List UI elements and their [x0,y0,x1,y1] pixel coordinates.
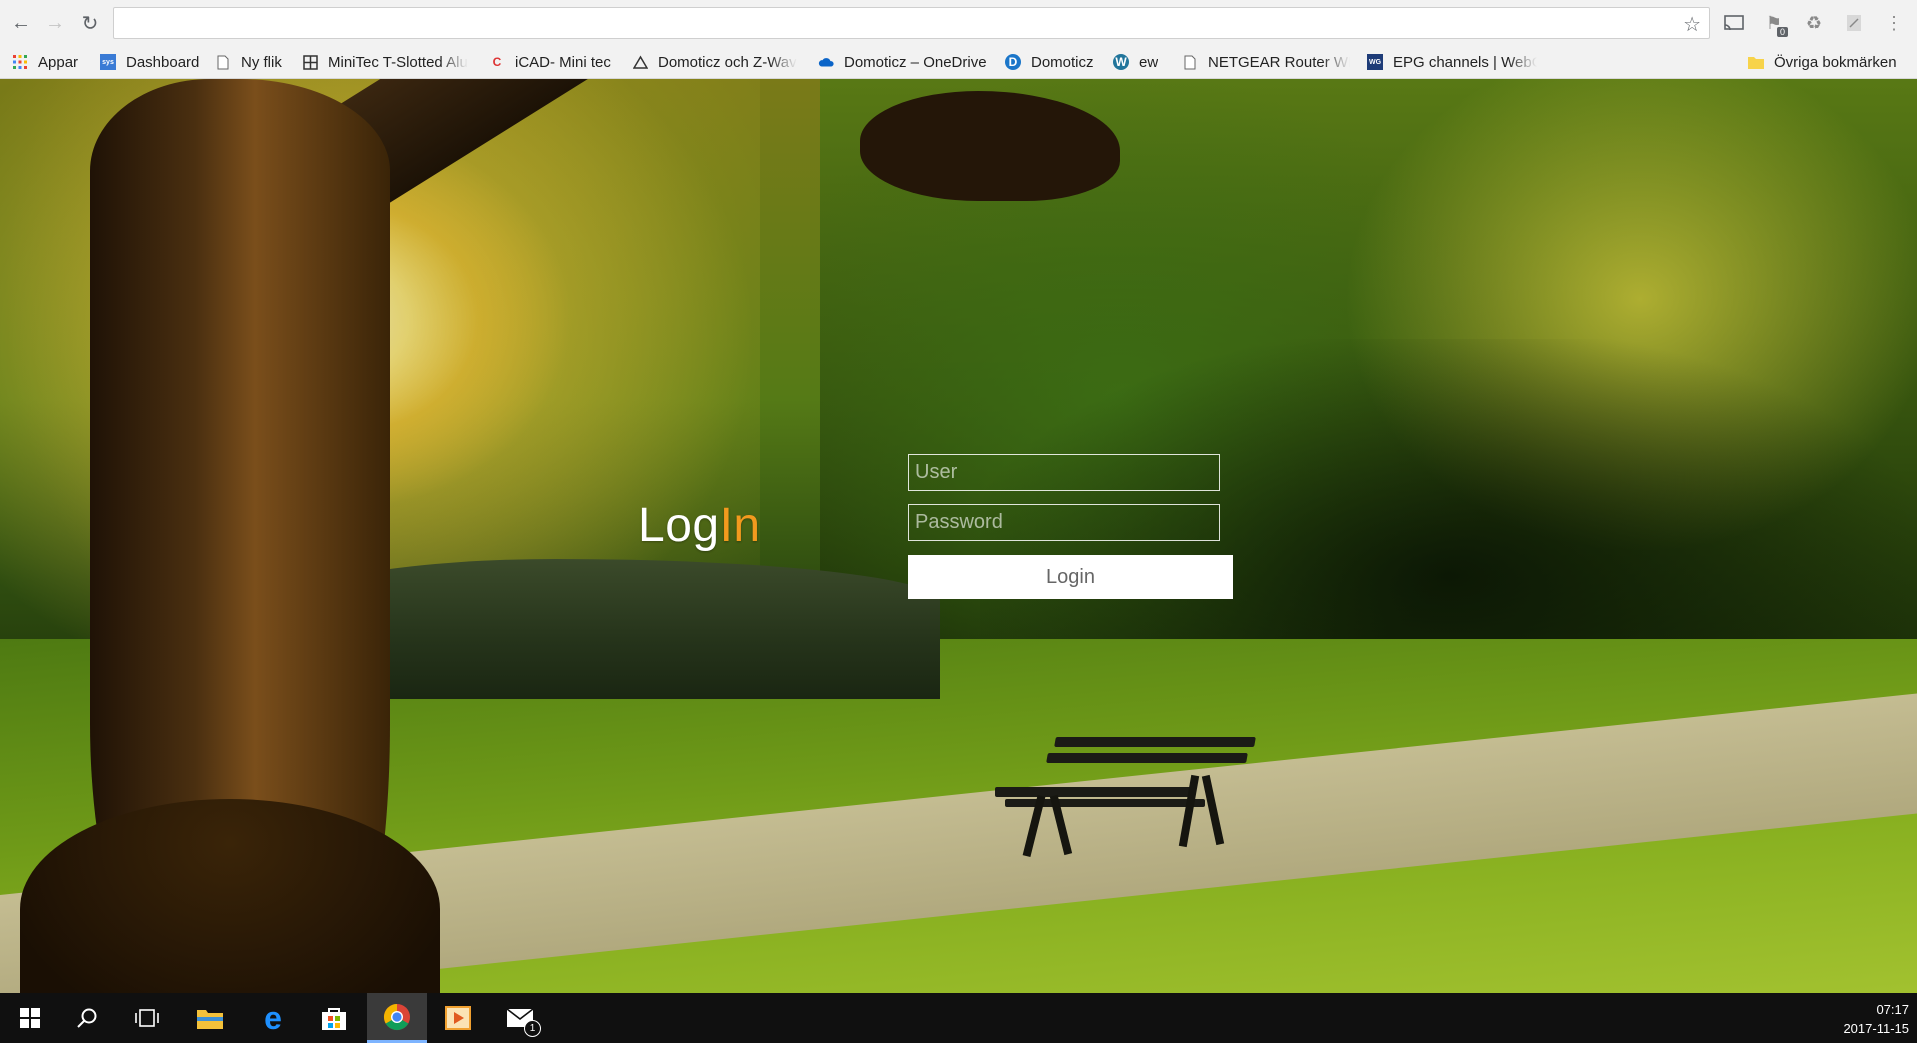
bookmark-icad[interactable]: C iCAD- Mini tec [489,46,611,78]
chrome-button[interactable] [367,993,427,1043]
page-icon [1182,54,1198,70]
user-input[interactable] [908,454,1220,491]
search-button[interactable] [57,993,117,1043]
file-explorer-icon [197,1010,223,1029]
wordpress-icon: W [1113,54,1129,70]
cast-icon[interactable] [1722,11,1746,35]
extension-badge: 0 [1776,27,1788,37]
bookmark-ny-flik[interactable]: Ny flik [215,46,282,78]
forward-button[interactable]: → [42,10,68,36]
bookmark-dashboard[interactable]: sys Dashboard [100,46,199,78]
media-player-button[interactable] [428,993,488,1043]
recycle-extension-icon[interactable]: ♻ [1802,11,1826,35]
task-view-button[interactable] [117,993,177,1043]
extension-icon[interactable]: ⚑ 0 [1762,11,1788,37]
arrow-left-icon: ← [11,11,31,34]
password-input[interactable] [908,504,1220,541]
onedrive-cloud-icon [818,54,834,70]
scene-pond [300,559,940,699]
system-clock[interactable]: 07:17 2017-11-15 [1843,1000,1909,1038]
edge-button[interactable]: e [243,993,303,1043]
windows-taskbar: e 1 07:17 2017-11-15 [0,993,1917,1043]
edge-icon: e [264,999,282,1036]
clock-date: 2017-11-15 [1843,1021,1909,1036]
bookmark-folder-other[interactable]: Övriga bokmärken [1748,46,1897,78]
bookmark-minitec[interactable]: MiniTec T-Slotted Alu [302,46,472,78]
bookmark-domoticz-onedrive[interactable]: Domoticz – OneDrive [818,46,987,78]
dashboard-favicon: sys [100,54,116,70]
task-view-icon [135,1009,159,1027]
minitec-favicon [302,54,318,70]
page-icon [215,54,231,70]
login-button[interactable]: Login [908,555,1233,599]
bookmark-domoticz-zwave[interactable]: Domoticz och Z-Wav [632,46,802,78]
login-title-accent: In [719,499,761,552]
windows-logo-icon [20,1008,40,1028]
apps-grid-icon [12,54,28,70]
mail-button[interactable]: 1 [491,993,551,1043]
address-input[interactable] [122,8,1666,38]
bookmark-epg-channels[interactable]: WG EPG channels | WebG [1367,46,1537,78]
menu-kebab-icon[interactable]: ⋮ [1882,11,1906,35]
domoticz-favicon [632,54,648,70]
bookmark-domoticz[interactable]: D Domoticz [1005,46,1094,78]
pdf-extension-icon[interactable] [1842,11,1866,35]
start-button[interactable] [0,993,60,1043]
reload-button[interactable]: ↻ [77,10,103,36]
file-explorer-button[interactable] [180,993,240,1043]
icad-favicon: C [492,55,502,69]
browser-toolbar: ← → ↻ ☆ ⚑ 0 ♻ ⋮ [0,0,1917,46]
video-player-icon [445,1006,471,1030]
bookmark-ew[interactable]: W ew [1113,46,1158,78]
reload-icon: ↻ [81,12,99,35]
chrome-icon [383,1003,410,1030]
bookmark-star-icon[interactable]: ☆ [1683,12,1701,37]
bookmark-apps[interactable]: Appar [12,46,78,78]
back-button[interactable]: ← [8,10,34,36]
clock-time: 07:17 [1876,1002,1909,1017]
bookmark-netgear[interactable]: NETGEAR Router WN [1182,46,1350,78]
address-bar[interactable]: ☆ [113,7,1710,39]
mail-badge: 1 [524,1020,541,1037]
bookmarks-bar: Appar sys Dashboard Ny flik MiniTec T-Sl… [0,46,1917,79]
folder-icon [1748,54,1764,70]
domoticz-favicon: D [1005,54,1021,70]
webgrab-favicon: WG [1367,54,1383,70]
store-bag-icon [322,1008,346,1030]
arrow-right-icon: → [45,11,65,34]
scene-park-bench [995,729,1265,859]
search-icon [77,1008,97,1028]
login-title: LogIn [638,499,761,552]
store-button[interactable] [304,993,364,1043]
